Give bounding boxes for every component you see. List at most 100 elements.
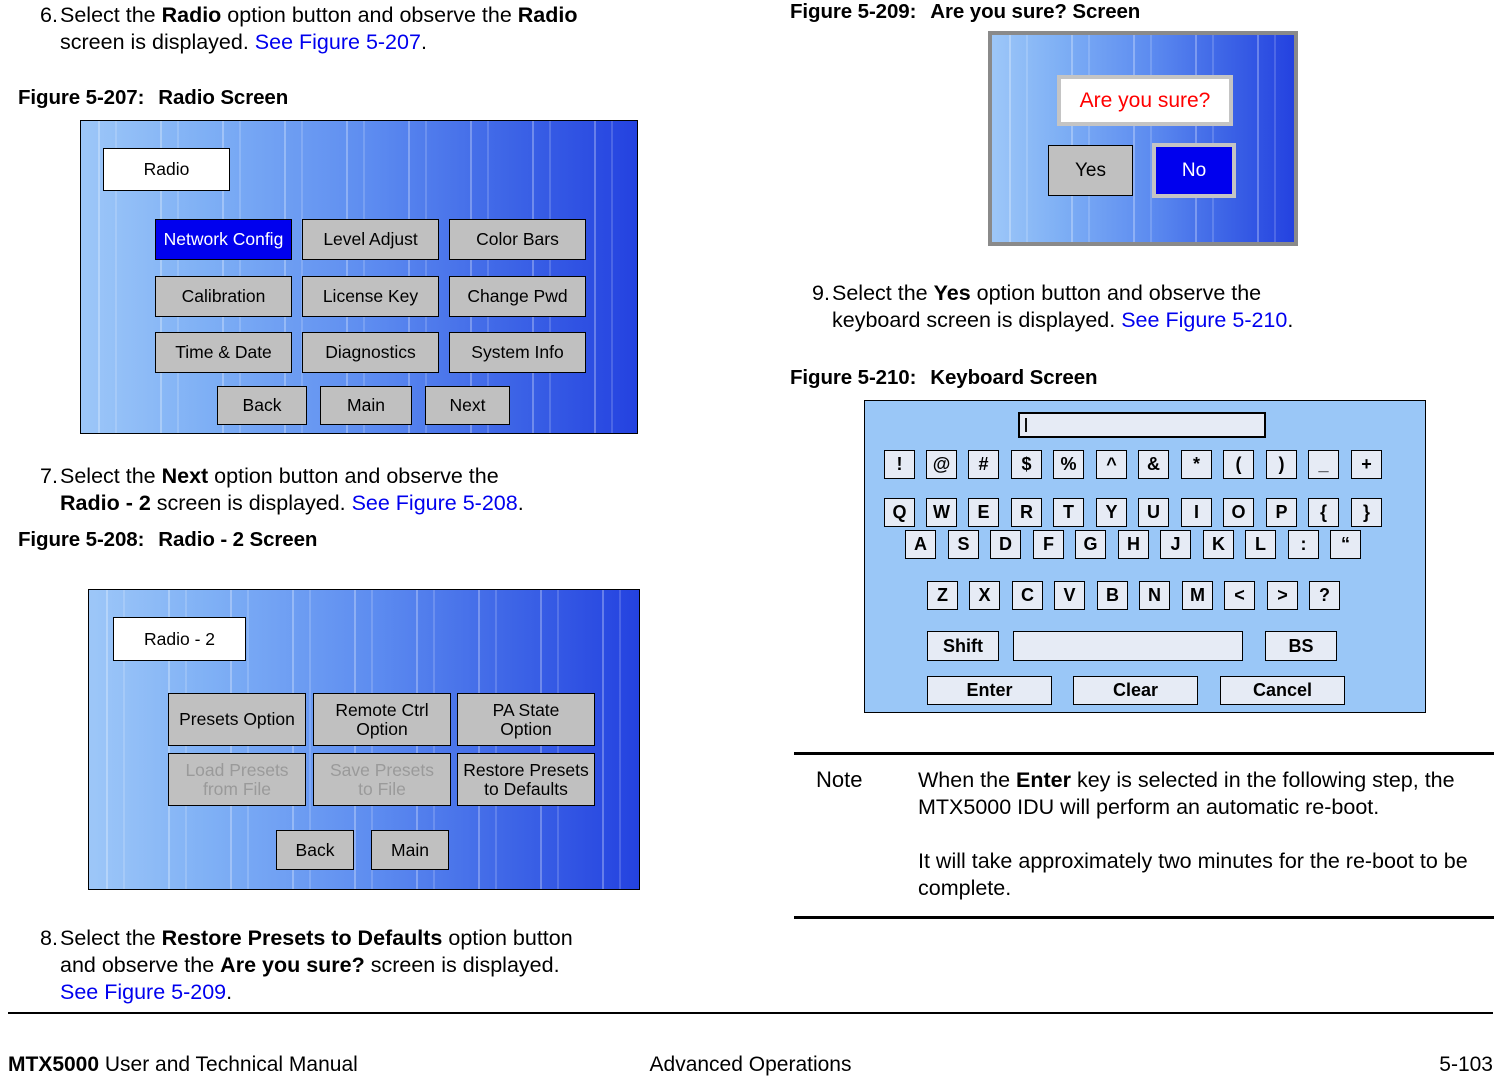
manual-page: 6. Select the Radio option button and ob… bbox=[0, 0, 1501, 1091]
radio-2-screen: Radio - 2 Presets Option Remote Ctrl Opt… bbox=[88, 589, 640, 890]
step-9-line2-b: . bbox=[1287, 308, 1294, 332]
step-8-line2-c: screen is displayed. bbox=[364, 953, 560, 977]
step-9-line1-c: option button and observe the bbox=[970, 281, 1262, 305]
key-brace-close[interactable]: } bbox=[1351, 498, 1382, 527]
key-e[interactable]: E bbox=[968, 498, 999, 527]
step-7-term-radio-2: Radio - 2 bbox=[60, 491, 151, 515]
figure-5-207-title: Radio Screen bbox=[158, 86, 289, 109]
figure-5-210-number: Figure 5-210: bbox=[790, 366, 917, 389]
radio-button-license-key[interactable]: License Key bbox=[302, 276, 439, 317]
xref-figure-5-207[interactable]: See Figure 5-207 bbox=[255, 30, 421, 54]
step-8-line2-a: and observe the bbox=[60, 953, 221, 977]
confirm-yes-button[interactable]: Yes bbox=[1048, 145, 1133, 196]
key-l[interactable]: L bbox=[1245, 530, 1276, 559]
key-f[interactable]: F bbox=[1033, 530, 1064, 559]
radio-2-button-pa-state-option[interactable]: PA State Option bbox=[457, 693, 595, 746]
confirm-no-button[interactable]: No bbox=[1152, 143, 1236, 198]
key-underscore[interactable]: _ bbox=[1308, 450, 1339, 479]
note-p1-a: When the bbox=[918, 768, 1016, 792]
radio-button-diagnostics[interactable]: Diagnostics bbox=[302, 332, 439, 373]
key-plus[interactable]: + bbox=[1351, 450, 1382, 479]
radio-2-screen-title: Radio - 2 bbox=[113, 617, 246, 661]
key-r[interactable]: R bbox=[1011, 498, 1042, 527]
step-6-text: Select the Radio option button and obser… bbox=[60, 2, 724, 56]
key-at[interactable]: @ bbox=[926, 450, 957, 479]
step-6-line1-c: option button and observe the bbox=[221, 3, 518, 27]
key-a[interactable]: A bbox=[905, 530, 936, 559]
key-n[interactable]: N bbox=[1139, 581, 1170, 610]
key-dollar[interactable]: $ bbox=[1011, 450, 1042, 479]
key-enter[interactable]: Enter bbox=[927, 676, 1052, 705]
key-g[interactable]: G bbox=[1075, 530, 1106, 559]
key-z[interactable]: Z bbox=[927, 581, 958, 610]
step-8-term-are-you-sure: Are you sure? bbox=[220, 953, 365, 977]
key-percent[interactable]: % bbox=[1053, 450, 1084, 479]
key-c[interactable]: C bbox=[1012, 581, 1043, 610]
key-t[interactable]: T bbox=[1053, 498, 1084, 527]
xref-figure-5-209[interactable]: See Figure 5-209 bbox=[60, 980, 226, 1004]
key-paren-open[interactable]: ( bbox=[1223, 450, 1254, 479]
key-brace-open[interactable]: { bbox=[1308, 498, 1339, 527]
key-clear[interactable]: Clear bbox=[1073, 676, 1198, 705]
key-question[interactable]: ? bbox=[1309, 581, 1340, 610]
key-asterisk[interactable]: * bbox=[1181, 450, 1212, 479]
key-d[interactable]: D bbox=[990, 530, 1021, 559]
key-colon[interactable]: : bbox=[1288, 530, 1319, 559]
step-6: 6. Select the Radio option button and ob… bbox=[18, 2, 724, 56]
radio-button-color-bars[interactable]: Color Bars bbox=[449, 219, 586, 260]
key-shift[interactable]: Shift bbox=[927, 631, 999, 661]
xref-figure-5-210[interactable]: See Figure 5-210 bbox=[1121, 308, 1287, 332]
key-hash[interactable]: # bbox=[968, 450, 999, 479]
radio-nav-next[interactable]: Next bbox=[425, 386, 510, 425]
key-less-than[interactable]: < bbox=[1224, 581, 1255, 610]
radio-nav-main[interactable]: Main bbox=[320, 386, 412, 425]
radio-2-nav-main[interactable]: Main bbox=[371, 830, 449, 870]
radio-button-network-config[interactable]: Network Config bbox=[155, 219, 292, 260]
key-greater-than[interactable]: > bbox=[1267, 581, 1298, 610]
step-8-number: 8. bbox=[40, 926, 58, 950]
key-o[interactable]: O bbox=[1223, 498, 1254, 527]
key-space[interactable] bbox=[1013, 631, 1243, 661]
radio-2-nav-back[interactable]: Back bbox=[276, 830, 354, 870]
key-k[interactable]: K bbox=[1203, 530, 1234, 559]
footer-section: Advanced Operations bbox=[649, 1053, 852, 1076]
key-s[interactable]: S bbox=[948, 530, 979, 559]
step-9-line2-a: keyboard screen is displayed. bbox=[832, 308, 1122, 332]
are-you-sure-screen: Are you sure? Yes No bbox=[988, 31, 1298, 246]
radio-screen-title: Radio bbox=[103, 148, 230, 191]
key-q[interactable]: Q bbox=[884, 498, 915, 527]
radio-button-change-pwd[interactable]: Change Pwd bbox=[449, 276, 586, 317]
key-quote[interactable]: “ bbox=[1330, 530, 1361, 559]
radio-button-system-info[interactable]: System Info bbox=[449, 332, 586, 373]
radio-button-level-adjust[interactable]: Level Adjust bbox=[302, 219, 439, 260]
figure-5-209-caption: Figure 5-209: Are you sure? Screen bbox=[790, 0, 1140, 24]
key-v[interactable]: V bbox=[1054, 581, 1085, 610]
radio-nav-back[interactable]: Back bbox=[217, 386, 307, 425]
key-w[interactable]: W bbox=[926, 498, 957, 527]
key-b[interactable]: B bbox=[1097, 581, 1128, 610]
key-x[interactable]: X bbox=[969, 581, 1000, 610]
step-6-term-radio-screen: Radio bbox=[517, 3, 578, 27]
radio-button-calibration[interactable]: Calibration bbox=[155, 276, 292, 317]
key-y[interactable]: Y bbox=[1096, 498, 1127, 527]
key-i[interactable]: I bbox=[1181, 498, 1212, 527]
key-backspace[interactable]: BS bbox=[1265, 631, 1337, 661]
xref-figure-5-208[interactable]: See Figure 5-208 bbox=[352, 491, 518, 515]
key-exclamation[interactable]: ! bbox=[884, 450, 915, 479]
key-u[interactable]: U bbox=[1138, 498, 1169, 527]
radio-button-time-and-date[interactable]: Time & Date bbox=[155, 332, 292, 373]
key-ampersand[interactable]: & bbox=[1138, 450, 1169, 479]
key-p[interactable]: P bbox=[1266, 498, 1297, 527]
key-caret[interactable]: ^ bbox=[1096, 450, 1127, 479]
radio-2-button-presets-option[interactable]: Presets Option bbox=[168, 693, 306, 746]
key-cancel[interactable]: Cancel bbox=[1220, 676, 1345, 705]
note-text: When the Enter key is selected in the fo… bbox=[918, 767, 1494, 902]
radio-2-button-remote-ctrl-option[interactable]: Remote Ctrl Option bbox=[313, 693, 451, 746]
key-paren-close[interactable]: ) bbox=[1266, 450, 1297, 479]
key-m[interactable]: M bbox=[1182, 581, 1213, 610]
figure-5-208-caption: Figure 5-208: Radio - 2 Screen bbox=[18, 528, 317, 552]
key-j[interactable]: J bbox=[1160, 530, 1191, 559]
keyboard-text-field[interactable] bbox=[1018, 412, 1266, 438]
key-h[interactable]: H bbox=[1118, 530, 1149, 559]
radio-2-button-restore-presets-to-defaults[interactable]: Restore Presets to Defaults bbox=[457, 753, 595, 806]
